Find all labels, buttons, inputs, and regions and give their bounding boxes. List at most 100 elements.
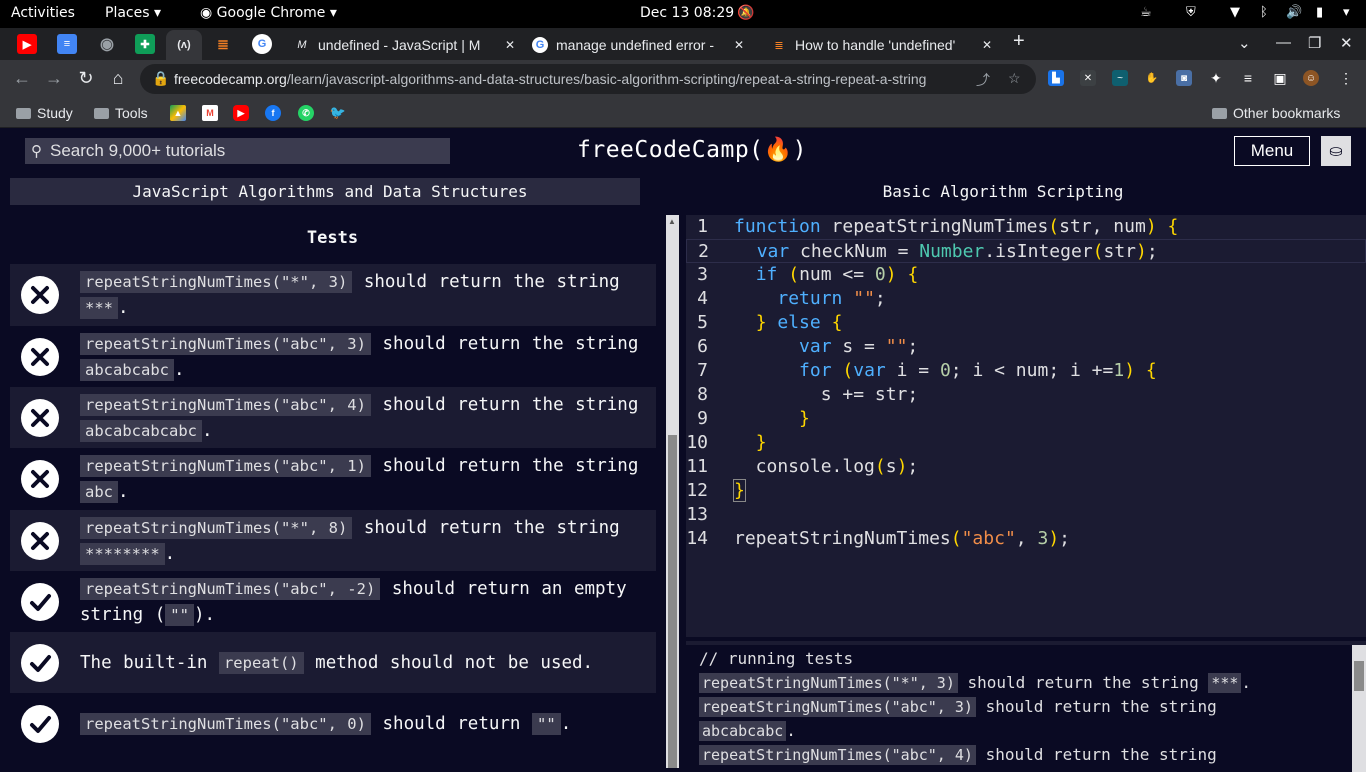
profile-avatar[interactable]: ☺ xyxy=(1303,70,1319,86)
code-line: 4 return ""; xyxy=(686,287,1366,311)
docs-icon[interactable]: ≡ xyxy=(57,34,77,54)
shield-icon[interactable]: ⛨ xyxy=(1186,5,1196,20)
notifications-muted-icon: 🔕 xyxy=(737,5,755,21)
tab-stackoverflow[interactable]: ≣ How to handle 'undefined' ✕ xyxy=(763,30,995,60)
test-item: repeatStringNumTimes("abc", 1) should re… xyxy=(10,448,656,509)
wifi-icon[interactable]: ▼ xyxy=(1230,5,1240,20)
twitter-icon[interactable]: 🐦 xyxy=(330,105,346,121)
close-window-button[interactable]: ✕ xyxy=(1340,34,1353,52)
tab-mdn[interactable]: M undefined - JavaScript | M ✕ xyxy=(286,30,518,60)
close-icon[interactable]: ✕ xyxy=(502,38,518,52)
bookmark-folder-other[interactable]: Other bookmarks xyxy=(1212,105,1340,121)
gmail-icon[interactable]: M xyxy=(202,105,218,121)
extension-icon[interactable]: ◙ xyxy=(1176,70,1192,86)
extension-icon[interactable]: ▙ xyxy=(1048,70,1064,86)
url-path: /learn/javascript-algorithms-and-data-st… xyxy=(286,71,927,87)
volume-icon[interactable]: 🔊 xyxy=(1286,5,1302,20)
search-input[interactable]: ⚲ Search 9,000+ tutorials xyxy=(25,138,450,164)
test-text: repeatStringNumTimes("*", 3) should retu… xyxy=(80,269,644,321)
bookmark-folder-tools[interactable]: Tools xyxy=(94,105,148,121)
sheets-icon[interactable]: ✚ xyxy=(135,34,155,54)
mdn-icon: M xyxy=(297,39,307,51)
console-scrollbar[interactable] xyxy=(1352,645,1366,772)
test-item: repeatStringNumTimes("*", 8) should retu… xyxy=(10,510,656,571)
line-number: 3 xyxy=(697,264,708,285)
bookmark-folder-study[interactable]: Study xyxy=(16,105,73,121)
coffee-icon[interactable]: ☕ xyxy=(1140,5,1152,20)
lock-icon[interactable]: 🔒 xyxy=(152,70,169,87)
google-icon[interactable]: G xyxy=(252,34,272,54)
console-code: repeatStringNumTimes("*", 3) xyxy=(699,673,958,693)
new-tab-button[interactable]: + xyxy=(1013,30,1025,53)
github-icon[interactable]: ◉ xyxy=(97,34,117,54)
console-text: should return the string xyxy=(975,745,1217,764)
test-expected: "" xyxy=(532,712,561,735)
test-end: . xyxy=(560,713,572,734)
facebook-icon[interactable]: f xyxy=(265,105,281,121)
side-panel-icon[interactable]: ▣ xyxy=(1272,70,1288,86)
places-menu[interactable]: Places ▾ xyxy=(105,5,161,21)
bookmark-star-icon[interactable]: ☆ xyxy=(1008,70,1021,87)
battery-icon[interactable]: ▮ xyxy=(1316,5,1323,20)
menu-button[interactable]: Menu xyxy=(1234,136,1310,166)
folder-icon xyxy=(94,107,109,119)
stackoverflow-icon[interactable]: ≣ xyxy=(213,34,233,54)
line-number: 11 xyxy=(686,456,708,477)
test-text: The built-in repeat() method should not … xyxy=(80,650,593,676)
code-editor[interactable]: 1 function repeatStringNumTimes(str, num)… xyxy=(686,215,1366,637)
line-number: 4 xyxy=(697,288,708,309)
activities-button[interactable]: Activities xyxy=(11,5,75,21)
bookmark-label: Other bookmarks xyxy=(1233,105,1341,121)
youtube-icon[interactable]: ▶ xyxy=(233,105,249,121)
maximize-button[interactable]: ❐ xyxy=(1308,34,1321,52)
code-text: var checkNum = Number.isInteger(str); xyxy=(756,241,1158,262)
address-bar[interactable]: 🔒 freecodecamp.org/learn/javascript-algo… xyxy=(140,64,1036,94)
tab-title: How to handle 'undefined' xyxy=(795,37,956,53)
extension-icon[interactable]: ~ xyxy=(1112,70,1128,86)
home-button[interactable]: ⌂ xyxy=(106,68,130,89)
test-item: repeatStringNumTimes("abc", -2) should r… xyxy=(10,571,656,632)
user-avatar[interactable]: ⛀ xyxy=(1321,136,1351,166)
reload-button[interactable]: ↻ xyxy=(74,68,98,89)
line-number: 5 xyxy=(697,312,708,333)
test-item: repeatStringNumTimes("abc", 4) should re… xyxy=(10,387,656,448)
freecodecamp-tab[interactable]: (ʌ) xyxy=(166,30,202,60)
whatsapp-icon[interactable]: ✆ xyxy=(298,105,314,121)
fcc-logo[interactable]: freeCodeCamp(🔥) xyxy=(577,136,807,163)
share-icon[interactable]: ⤴ xyxy=(976,70,990,90)
power-menu-icon[interactable]: ▾ xyxy=(1343,5,1350,20)
breadcrumb-block[interactable]: Basic Algorithm Scripting xyxy=(640,178,1366,205)
close-icon[interactable]: ✕ xyxy=(979,38,995,52)
console-scroll-thumb[interactable] xyxy=(1354,661,1364,691)
breadcrumb-superblock[interactable]: JavaScript Algorithms and Data Structure… xyxy=(10,178,650,205)
google-drive-icon[interactable]: ▲ xyxy=(170,105,186,121)
panel-scrollbar[interactable]: ▲ xyxy=(666,215,679,768)
code-text: for (var i = 0; i < num; i +=1) { xyxy=(799,360,1157,381)
forward-button[interactable]: → xyxy=(42,68,66,89)
line-number: 9 xyxy=(697,408,708,429)
extension-icon[interactable]: ✕ xyxy=(1080,70,1096,86)
chrome-menu-icon[interactable]: ⋮ xyxy=(1338,70,1354,86)
test-code: repeatStringNumTimes("abc", 0) xyxy=(80,712,371,735)
media-control-icon[interactable]: ≡ xyxy=(1240,70,1256,86)
extension-icon[interactable]: ✋ xyxy=(1144,70,1160,86)
back-button[interactable]: ← xyxy=(10,68,34,89)
scroll-up-icon[interactable]: ▲ xyxy=(668,217,676,226)
tab-google-search[interactable]: G manage undefined error - ✕ xyxy=(524,30,756,60)
console-line: repeatStringNumTimes("*", 3) should retu… xyxy=(699,671,1366,695)
extensions-puzzle-icon[interactable]: ✦ xyxy=(1208,70,1224,86)
tab-search-icon[interactable]: ⌄ xyxy=(1238,34,1251,52)
bluetooth-icon[interactable]: ᛒ xyxy=(1260,5,1268,20)
search-placeholder: Search 9,000+ tutorials xyxy=(50,141,226,160)
minimize-button[interactable]: — xyxy=(1276,34,1291,51)
clock[interactable]: Dec 13 08:29 xyxy=(640,5,734,21)
app-menu[interactable]: ◉ Google Chrome ▾ xyxy=(200,5,337,21)
scroll-thumb[interactable] xyxy=(668,435,677,768)
youtube-icon[interactable]: ▶ xyxy=(17,34,37,54)
code-text: } xyxy=(733,479,746,502)
pass-check-icon xyxy=(21,704,59,743)
console-header: // running tests xyxy=(699,649,854,668)
code-line: 11 console.log(s); xyxy=(686,455,1366,479)
test-expected: "" xyxy=(165,603,194,626)
close-icon[interactable]: ✕ xyxy=(731,38,747,52)
